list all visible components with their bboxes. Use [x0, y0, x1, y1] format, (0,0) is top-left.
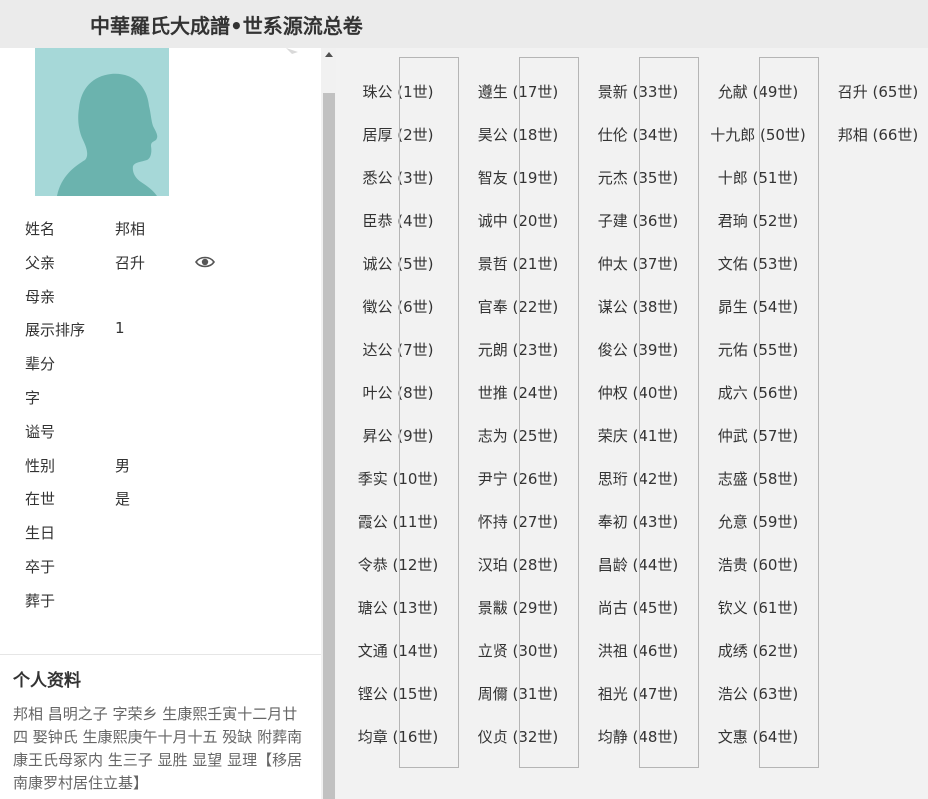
- info-row: 在世 是: [0, 488, 321, 522]
- info-label: 字: [25, 389, 41, 407]
- info-label: 在世: [25, 490, 56, 509]
- person-detail-panel: 姓名 邦相父亲 召升母亲展示排序 1 辈分字谥号性别 男在世 是生日卒于葬于 个人资料 邦相…: [0, 48, 321, 799]
- generation-connector: [759, 57, 819, 768]
- info-row: 字: [0, 387, 321, 421]
- section-divider: [0, 654, 321, 655]
- scrollbar-thumb[interactable]: [323, 93, 335, 799]
- info-value: 1: [115, 319, 125, 338]
- info-label: 谥号: [25, 422, 56, 441]
- info-row: 生日: [0, 522, 321, 556]
- info-label: 卒于: [25, 558, 56, 576]
- info-value: 是: [115, 490, 131, 509]
- lineage-node[interactable]: 邦相 (66世): [828, 124, 928, 145]
- info-row: 展示排序 1: [0, 319, 321, 353]
- info-label: 辈分: [25, 355, 56, 374]
- info-label: 父亲: [25, 253, 56, 272]
- info-row: 辈分: [0, 353, 321, 387]
- eye-icon[interactable]: [195, 255, 215, 269]
- scroll-up-arrow-icon[interactable]: [325, 52, 333, 57]
- pencil-icon[interactable]: [284, 48, 304, 58]
- profile-section-title: 个人资料: [13, 671, 81, 691]
- app-header: 中華羅氏大成譜•世系源流总卷: [0, 0, 928, 49]
- info-row: 性别 男: [0, 455, 321, 489]
- generation-connector: [519, 57, 579, 768]
- info-row: 父亲 召升: [0, 252, 321, 286]
- info-label: 葬于: [25, 591, 56, 610]
- info-row: 姓名 邦相: [0, 218, 321, 252]
- profile-text: 邦相 昌明之子 字荣乡 生康熙壬寅十二月廿四 娶钟氏 生康熙庚午十月十五 殁缺 …: [13, 705, 303, 792]
- info-row: 谥号: [0, 421, 321, 455]
- info-value: 召升: [115, 253, 146, 272]
- info-value: 邦相: [115, 220, 146, 238]
- person-silhouette-icon: [57, 73, 158, 196]
- info-label: 姓名: [25, 220, 56, 238]
- info-label: 性别: [25, 456, 56, 475]
- lineage-tree-panel: 珠公 (1世) 居厚 (2世) 悉公 (3世) 臣恭 (4世) 诚公 (5世) 徵公 (6…: [336, 48, 928, 799]
- info-label: 母亲: [25, 287, 56, 306]
- info-value: 男: [115, 456, 131, 475]
- info-row: 卒于: [0, 556, 321, 590]
- lineage-node[interactable]: 召升 (65世): [828, 81, 928, 102]
- generation-connector: [639, 57, 699, 768]
- info-row: 母亲: [0, 286, 321, 320]
- avatar: [35, 48, 169, 196]
- info-label: 生日: [25, 524, 56, 543]
- page-title: 中華羅氏大成譜•世系源流总卷: [90, 14, 363, 38]
- info-label: 展示排序: [25, 321, 86, 340]
- info-row: 葬于: [0, 590, 321, 624]
- generation-connector: [399, 57, 459, 768]
